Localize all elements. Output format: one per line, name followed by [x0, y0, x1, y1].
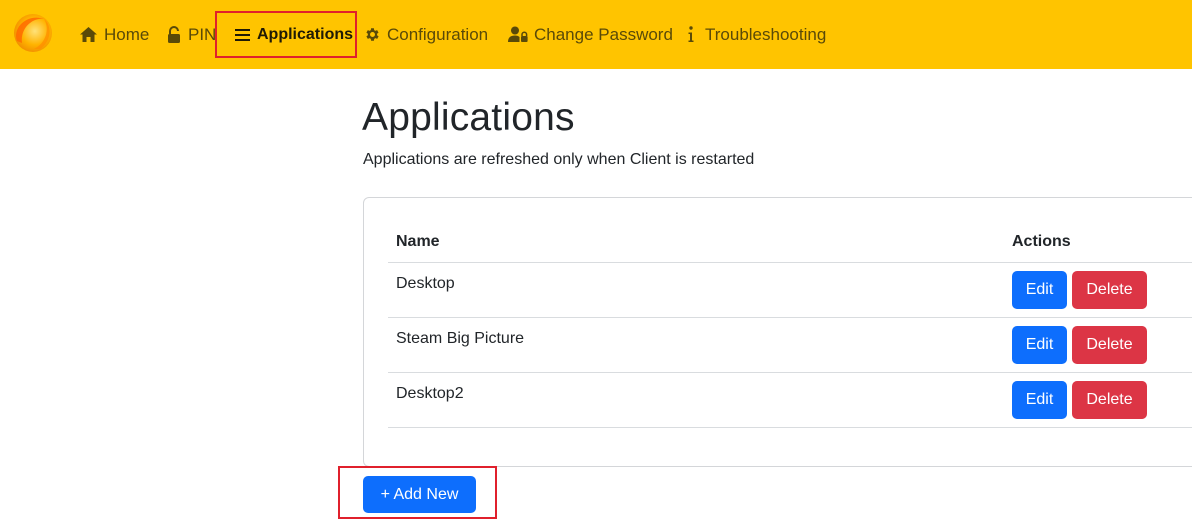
add-new-label: + Add New — [380, 485, 459, 503]
nav-change-password[interactable]: Change Password — [508, 0, 673, 69]
delete-button[interactable]: Delete — [1072, 271, 1147, 309]
delete-button[interactable]: Delete — [1072, 326, 1147, 364]
table-row: Steam Big Picture Edit Delete — [388, 318, 1192, 373]
nav-home[interactable]: Home — [79, 0, 149, 69]
unlock-icon — [168, 25, 180, 43]
nav-configuration-label: Configuration — [387, 24, 489, 44]
list-icon — [235, 28, 250, 41]
nav-change-password-label: Change Password — [534, 24, 673, 44]
nav-troubleshooting-label: Troubleshooting — [705, 24, 827, 44]
app-name: Steam Big Picture — [396, 330, 525, 347]
nav-applications-label: Applications — [257, 25, 354, 43]
table-row: Desktop2 Edit Delete — [388, 373, 1192, 428]
app-name: Desktop — [396, 275, 455, 292]
home-icon — [80, 27, 97, 42]
page-title: Applications — [362, 96, 575, 139]
top-navbar: Home PIN Applications Configuration Chan… — [0, 0, 1192, 69]
nav-configuration[interactable]: Configuration — [364, 0, 488, 69]
gear-icon — [366, 28, 379, 41]
info-icon — [688, 26, 694, 42]
user-lock-icon — [508, 26, 528, 42]
column-header-actions: Actions — [1012, 233, 1071, 250]
edit-button[interactable]: Edit — [1012, 271, 1067, 309]
add-new-button[interactable]: + Add New — [363, 476, 476, 513]
nav-pin[interactable]: PIN — [166, 0, 216, 69]
nav-home-label: Home — [104, 24, 150, 44]
table-row: Desktop Edit Delete — [388, 263, 1192, 318]
nav-pin-label: PIN — [188, 24, 217, 44]
edit-button[interactable]: Edit — [1012, 381, 1067, 419]
nav-troubleshooting[interactable]: Troubleshooting — [687, 0, 826, 69]
nav-applications[interactable]: Applications — [235, 0, 353, 69]
sunshine-logo-icon[interactable] — [10, 11, 54, 57]
page-subtitle: Applications are refreshed only when Cli… — [363, 151, 755, 168]
app-name: Desktop2 — [396, 385, 464, 402]
table-header: Name Actions — [388, 220, 1192, 263]
delete-button[interactable]: Delete — [1072, 381, 1147, 419]
applications-table: Name Actions Desktop Edit Delete Steam B… — [388, 220, 1192, 428]
edit-button[interactable]: Edit — [1012, 326, 1067, 364]
applications-card: Name Actions Desktop Edit Delete Steam B… — [363, 197, 1192, 467]
column-header-name: Name — [396, 233, 440, 250]
